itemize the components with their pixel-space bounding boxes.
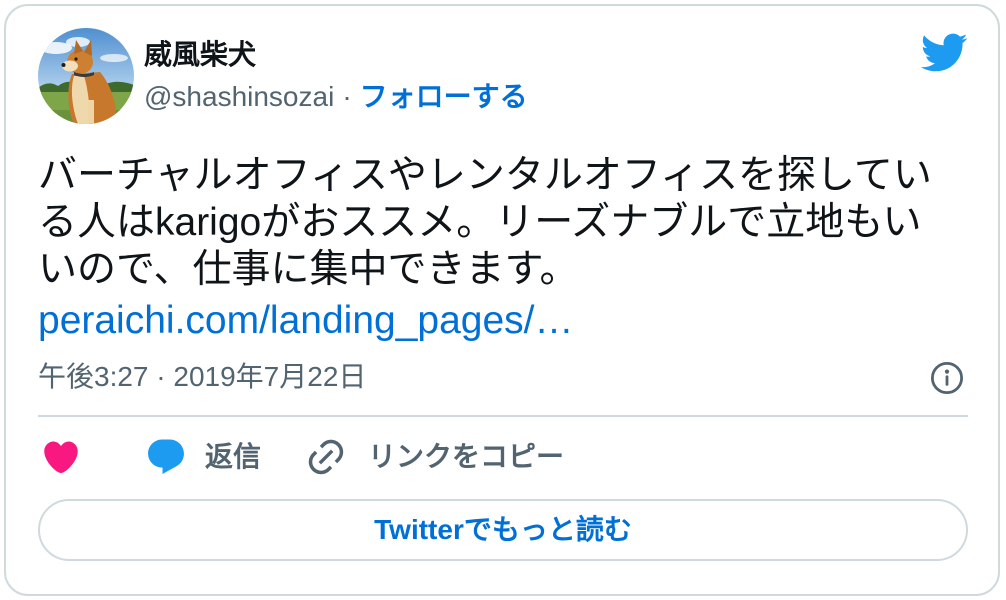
like-button[interactable] [41, 437, 81, 477]
info-icon-dot [944, 369, 950, 374]
speech-bubble-icon [148, 439, 184, 474]
avatar[interactable] [38, 28, 134, 124]
tweet-card: 威風柴犬 @shashinsozai · フォローする バーチャルオフィスやレンタル… [4, 4, 1000, 596]
reply-label: 返信 [205, 441, 262, 472]
read-more-button[interactable]: Twitterでもっと読む [38, 499, 968, 561]
tweet-link[interactable]: peraichi.com/landing_pages/… [38, 297, 968, 344]
info-icon[interactable] [930, 361, 964, 395]
copy-link-button[interactable]: リンクをコピー [305, 436, 564, 478]
meta-separator: · [342, 81, 352, 112]
read-more-label: Twitterでもっと読む [374, 514, 632, 545]
link-shape [308, 439, 344, 475]
author-handle[interactable]: @shashinsozai [144, 81, 334, 112]
twitter-bird-icon[interactable] [919, 28, 968, 77]
link-icon [308, 439, 344, 475]
copy-link-label: リンクをコピー [368, 441, 565, 472]
heart-shape [44, 441, 78, 474]
heart-icon [44, 441, 78, 474]
tweet-timestamp[interactable]: 午後3:27 · 2019年7月22日 [38, 360, 898, 394]
divider [38, 415, 968, 417]
avatar-photo [38, 28, 134, 124]
reply-button[interactable]: 返信 [145, 436, 261, 478]
twitter-bird-shape [920, 33, 968, 72]
follow-link[interactable]: フォローする [360, 81, 528, 112]
speech-bubble-shape [148, 439, 184, 474]
tweet-text: バーチャルオフィスやレンタルオフィスを探している人はkarigoがおススメ。リー… [38, 154, 932, 291]
author-name[interactable]: 威風柴犬 [144, 38, 256, 72]
info-icon-stem [945, 375, 949, 386]
author-meta: @shashinsozai · フォローする [144, 80, 528, 114]
